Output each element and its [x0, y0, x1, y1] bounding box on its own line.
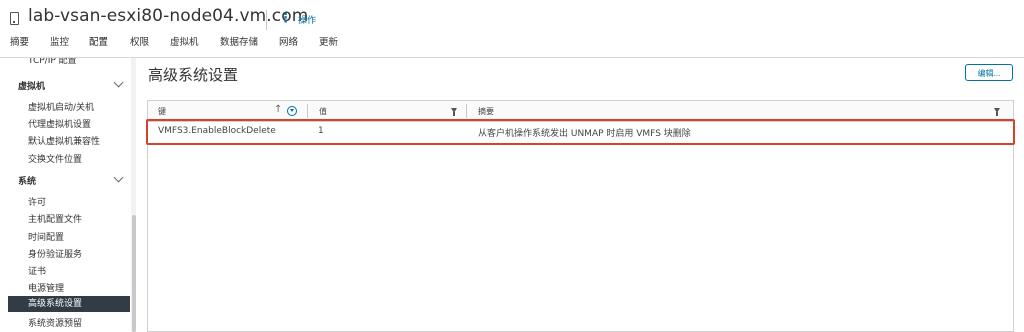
configure-sidebar: TCP/IP 配置 虚拟机 虚拟机启动/关机 代理虚拟机设置 默认虚拟机兼容性 … — [0, 58, 136, 332]
sidebar-item-time-config[interactable]: 时间配置 — [28, 230, 64, 243]
object-tabs: 摘要 监控 配置 权限 虚拟机 数据存储 网络 更新 — [0, 35, 1024, 59]
tab-permissions[interactable]: 权限 — [130, 35, 149, 57]
sidebar-item-default-compat[interactable]: 默认虚拟机兼容性 — [28, 134, 100, 147]
header-divider — [0, 57, 1024, 58]
column-header-value[interactable]: 值 — [319, 106, 327, 117]
sidebar-item-swap-location[interactable]: 交换文件位置 — [28, 152, 82, 165]
tab-updates[interactable]: 更新 — [319, 35, 338, 57]
host-icon — [10, 12, 19, 25]
tab-monitor[interactable]: 监控 — [50, 35, 69, 57]
tab-datastores[interactable]: 数据存储 — [220, 35, 258, 57]
sidebar-item-agent-vm[interactable]: 代理虚拟机设置 — [28, 117, 91, 130]
column-separator[interactable] — [466, 104, 467, 118]
title-divider — [266, 10, 267, 30]
sidebar-item-tcpip[interactable]: TCP/IP 配置 — [28, 58, 77, 66]
sidebar-item-power-management[interactable]: 电源管理 — [28, 281, 64, 294]
row-highlight-annotation — [146, 119, 1015, 145]
filter-icon[interactable] — [451, 108, 457, 116]
actions-label: 操作 — [298, 15, 317, 26]
sidebar-item-advanced-settings[interactable]: 高级系统设置 — [8, 296, 130, 312]
vertical-ellipsis-icon: ⋮ — [279, 11, 292, 26]
edit-button[interactable]: 编辑... — [965, 64, 1013, 81]
column-header-key[interactable]: 键 — [158, 106, 166, 117]
sidebar-item-host-profile[interactable]: 主机配置文件 — [28, 212, 82, 225]
actions-menu[interactable]: ⋮ 操作 — [279, 10, 316, 28]
sort-ascending-icon[interactable]: ↑ — [274, 104, 282, 115]
tab-configure[interactable]: 配置 — [89, 35, 109, 59]
sidebar-item-certificate[interactable]: 证书 — [28, 264, 46, 277]
sidebar-scrollbar-thumb[interactable] — [132, 215, 136, 332]
sidebar-group-vm[interactable]: 虚拟机 — [18, 79, 45, 92]
tab-vms[interactable]: 虚拟机 — [170, 35, 199, 57]
sidebar-item-resource-reservation[interactable]: 系统资源预留 — [28, 316, 82, 329]
column-separator[interactable] — [307, 104, 308, 118]
sidebar-group-system[interactable]: 系统 — [18, 174, 36, 187]
column-header-summary[interactable]: 摘要 — [478, 106, 494, 117]
chevron-down-icon[interactable] — [113, 172, 124, 183]
sidebar-item-auth-services[interactable]: 身份验证服务 — [28, 247, 82, 260]
sidebar-item-licensing[interactable]: 许可 — [28, 195, 46, 208]
tab-networks[interactable]: 网络 — [279, 35, 298, 57]
chevron-down-icon[interactable] — [113, 77, 124, 88]
tab-summary[interactable]: 摘要 — [10, 35, 29, 57]
filter-icon[interactable] — [994, 108, 1000, 116]
sidebar-item-vm-startup[interactable]: 虚拟机启动/关机 — [28, 100, 94, 113]
filter-active-icon[interactable] — [287, 106, 297, 116]
page-title: 高级系统设置 — [148, 66, 239, 84]
object-header: lab-vsan-esxi80-node04.vm.com ⋮ 操作 摘要 监控… — [0, 0, 1024, 59]
